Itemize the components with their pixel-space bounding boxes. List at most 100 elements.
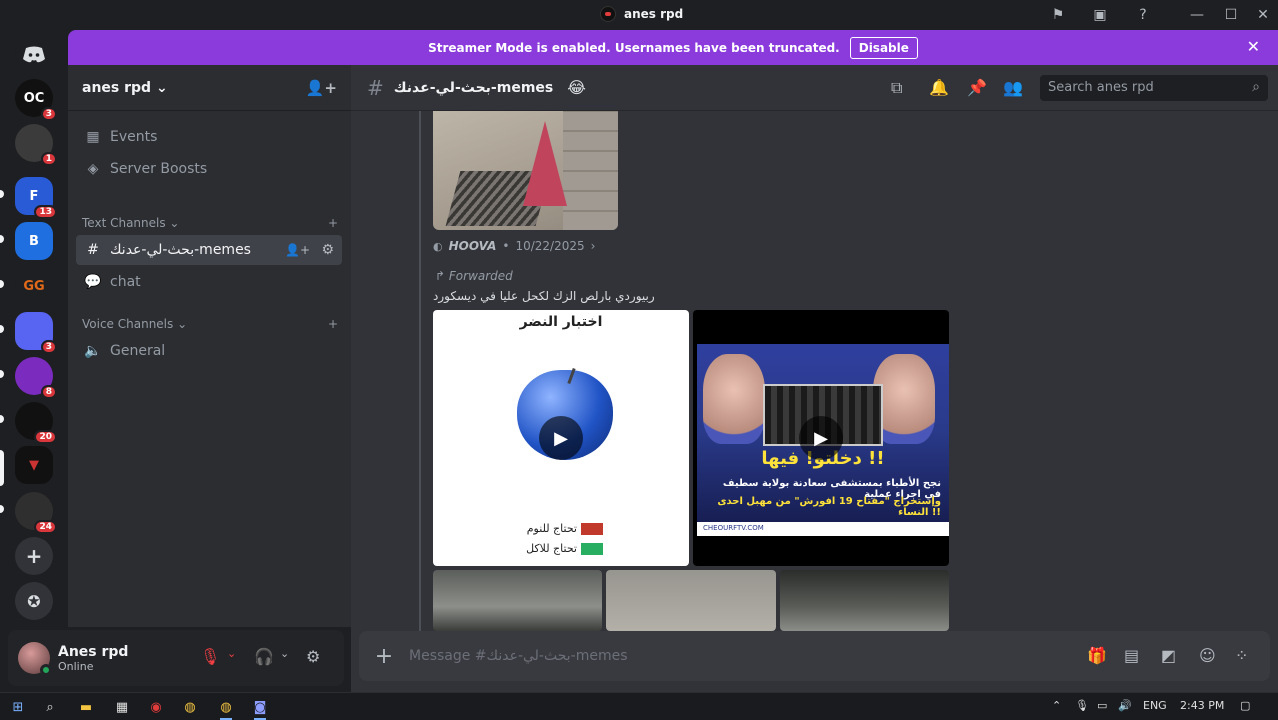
hash-icon: #	[367, 75, 384, 100]
chrome-icon[interactable]: ◍	[214, 697, 238, 720]
message-composer: + 🎁 ▤ ◩ ☺ ⁘	[359, 631, 1270, 681]
sidebar-item-events[interactable]: ▦ Events	[76, 122, 342, 152]
discord-taskbar-icon[interactable]: ◙	[248, 697, 272, 720]
gear-icon[interactable]: ⚙	[321, 242, 334, 258]
taskbar: ⊞ ⌕ ▬ ▦ ◉ ◍ ◍ ◙ ⌃ 🎙 ▭ 🔊 ENG 2:43 PM ▢	[0, 692, 1278, 720]
members-icon[interactable]: 👥	[1003, 78, 1023, 97]
image-thumbnail[interactable]	[779, 570, 949, 631]
guild-icon[interactable]: 24	[15, 492, 57, 534]
search-icon[interactable]: ⌕	[38, 697, 62, 717]
invite-icon[interactable]: 👤+	[285, 243, 310, 257]
image-thumbnail[interactable]	[606, 570, 776, 631]
window-title-text: anes rpd	[624, 7, 684, 21]
guild-icon[interactable]: B	[15, 222, 53, 260]
video-attachment[interactable]: اختبار النضر ▶ تحتاج للنوم تحتاج للاكل	[433, 310, 689, 566]
channel-title: بحث-لي-عدنك-memes	[393, 79, 554, 96]
search-input[interactable]: Search anes rpd ⌕	[1040, 75, 1268, 101]
guild-icon[interactable]: F 13	[15, 177, 57, 219]
gift-icon[interactable]: 🎁	[1087, 646, 1107, 665]
apps-icon[interactable]: ⁘	[1235, 646, 1248, 665]
close-icon[interactable]: ✕	[1247, 37, 1260, 56]
channel-memes[interactable]: # بحث-لي-عدنك-memes 👤+ ⚙	[76, 235, 342, 265]
network-icon[interactable]: ▭	[1097, 699, 1107, 712]
emoji-icon[interactable]: ☺	[1199, 646, 1216, 665]
clock[interactable]: 2:43 PM	[1180, 699, 1224, 712]
windows-start-icon[interactable]: ⊞	[6, 697, 30, 717]
message-date: 10/22/2025	[515, 239, 585, 253]
video-attachment[interactable]: دخلتو! فيها !! نجح الأطباء بمستشفى سعادن…	[693, 310, 949, 566]
add-channel-icon[interactable]: +	[328, 216, 338, 230]
user-panel: Anes rpd Online 🎙 ⌄ 🎧 ⌄ ⚙	[8, 630, 344, 686]
message-list: ◐ HOOVA • 10/22/2025 › ↱ Forwarded ربيور…	[351, 111, 1278, 631]
speaker-icon: 🔈	[84, 343, 102, 359]
message-author[interactable]: HOOVA	[449, 239, 497, 253]
bell-icon[interactable]: 🔔	[929, 78, 949, 97]
file-explorer-icon[interactable]: ▬	[74, 697, 98, 717]
unread-badge: 3	[40, 340, 57, 354]
chrome-icon[interactable]: ◍	[178, 697, 202, 717]
add-server-button[interactable]: +	[15, 537, 53, 575]
guild-icon-active[interactable]: ▼	[15, 446, 53, 484]
app-icon[interactable]: ▦	[110, 697, 134, 717]
headphones-icon[interactable]: 🎧	[254, 647, 274, 666]
volume-icon[interactable]: 🔊	[1118, 699, 1132, 712]
minimize-button[interactable]: —	[1182, 4, 1212, 26]
message-image[interactable]	[433, 111, 618, 230]
inbox-icon[interactable]: ▣	[1090, 5, 1110, 25]
flag-icon[interactable]: ⚑	[1048, 5, 1068, 25]
threads-icon[interactable]: ⧉	[891, 78, 902, 98]
avatar[interactable]	[18, 642, 52, 676]
server-name: anes rpd	[82, 79, 152, 96]
server-header[interactable]: anes rpd ⌄ 👤+	[68, 65, 351, 111]
sticker-icon[interactable]: ◩	[1161, 646, 1176, 665]
channel-chat[interactable]: 💬 chat	[76, 267, 342, 297]
invite-icon[interactable]: 👤+	[306, 79, 337, 97]
record-icon[interactable]: ◉	[144, 697, 168, 717]
microphone-icon[interactable]: 🎙	[1075, 699, 1089, 712]
add-channel-icon[interactable]: +	[328, 317, 338, 331]
gear-icon[interactable]: ⚙	[306, 647, 320, 666]
chevron-down-icon[interactable]: ⌄	[227, 647, 236, 660]
gif-icon[interactable]: ▤	[1124, 646, 1139, 665]
guild-icon[interactable]: 20	[15, 402, 57, 444]
unread-badge: 8	[40, 385, 57, 399]
guild-icon[interactable]: 1	[15, 124, 57, 166]
chevron-down-icon[interactable]: ⌄	[280, 647, 289, 660]
guild-icon[interactable]: OC 3	[15, 79, 57, 121]
forward-arrow-icon: ↱	[435, 269, 446, 283]
message-input[interactable]	[409, 648, 1009, 664]
play-icon[interactable]: ▶	[539, 416, 583, 460]
sidebar-item-server-boosts[interactable]: ◈ Server Boosts	[76, 154, 342, 184]
guild-icon[interactable]: 8	[15, 357, 57, 399]
pin-icon[interactable]: 📌	[967, 78, 987, 97]
compass-icon: ✪	[27, 591, 41, 611]
chevron-up-icon[interactable]: ⌃	[1052, 699, 1061, 712]
help-icon[interactable]: ?	[1133, 5, 1153, 25]
guild-icon[interactable]: GG	[15, 267, 53, 305]
discord-home-button[interactable]	[15, 36, 53, 74]
guild-icon[interactable]: 3	[15, 312, 57, 354]
thread-line	[419, 111, 421, 631]
image-thumbnail[interactable]	[433, 570, 603, 631]
channel-general[interactable]: 🔈 General	[76, 336, 342, 366]
media-title: اختبار النضر	[519, 314, 603, 330]
chat-area: # بحث-لي-عدنك-memes 😂 ⧉ 🔔 📌 👥 Search ane…	[351, 65, 1278, 692]
category-text-channels[interactable]: Text Channels ⌄ +	[82, 216, 338, 230]
close-window-button[interactable]: ✕	[1248, 4, 1278, 26]
channel-emoji: 😂	[567, 78, 586, 97]
streamer-mode-banner: Streamer Mode is enabled. Usernames have…	[68, 30, 1278, 65]
discover-button[interactable]: ✪	[15, 582, 53, 620]
unread-badge: 1	[40, 152, 57, 166]
play-icon[interactable]: ▶	[799, 416, 843, 460]
maximize-button[interactable]: ☐	[1216, 4, 1246, 26]
online-status-icon	[40, 664, 52, 676]
category-voice-channels[interactable]: Voice Channels ⌄ +	[82, 317, 338, 331]
disable-button[interactable]: Disable	[849, 36, 918, 59]
boost-icon: ◈	[87, 161, 99, 177]
add-attachment-button[interactable]: +	[359, 644, 409, 669]
notification-icon[interactable]: ▢	[1240, 699, 1250, 712]
mute-mic-icon[interactable]: 🎙	[200, 647, 220, 666]
forwarded-label: ↱ Forwarded	[435, 269, 513, 283]
title-bar: anes rpd ⚑ ▣ ? — ☐ ✕	[0, 0, 1278, 30]
language-indicator[interactable]: ENG	[1143, 699, 1167, 712]
